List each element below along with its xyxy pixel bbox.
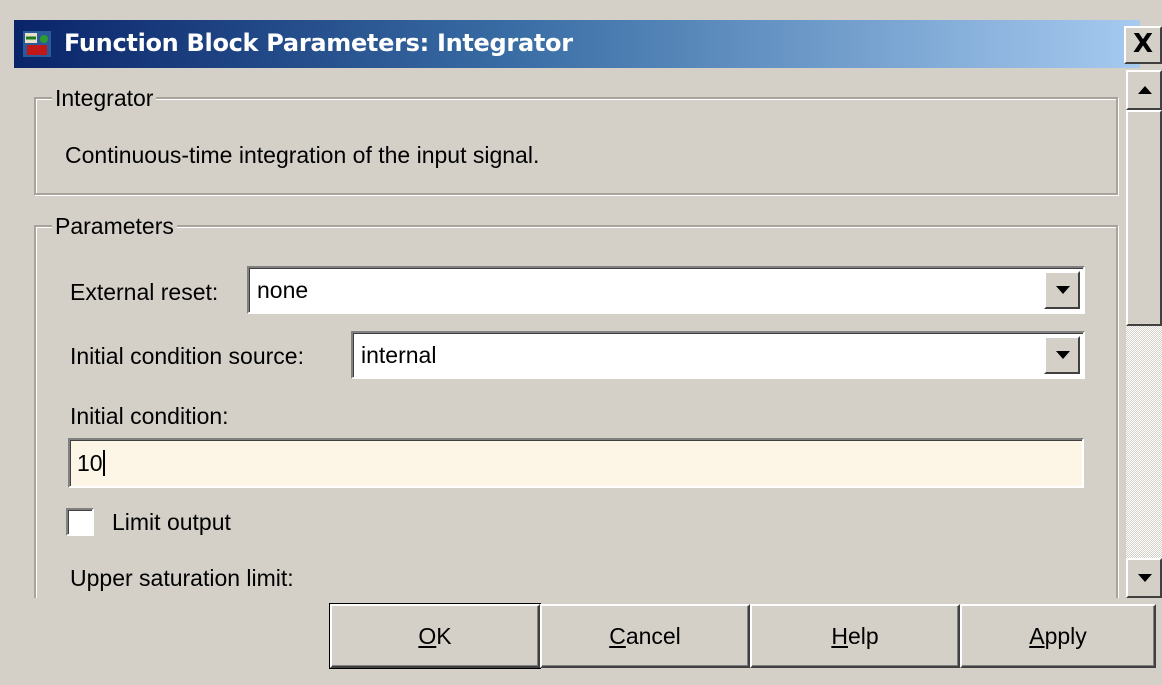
close-icon: X [1132, 29, 1154, 59]
limit-output-label[interactable]: Limit output [112, 508, 231, 536]
external-reset-value: none [257, 277, 309, 303]
ok-button[interactable]: OK [329, 603, 541, 669]
initial-condition-field[interactable]: 10 [68, 438, 1084, 488]
simulink-block-icon [23, 31, 51, 57]
apply-mnemonic: A [1029, 623, 1045, 649]
external-reset-dropdown[interactable]: none [247, 266, 1085, 314]
text-caret [102, 450, 105, 476]
initial-condition-source-label: Initial condition source: [70, 343, 304, 369]
scroll-down-icon[interactable] [1126, 558, 1162, 598]
title-bar[interactable]: Function Block Parameters: Integrator [14, 20, 1140, 68]
vertical-scrollbar[interactable] [1126, 70, 1162, 598]
description-group-title: Integrator [52, 85, 157, 111]
cancel-label-rest: ancel [625, 623, 681, 649]
upper-saturation-limit-label: Upper saturation limit: [70, 565, 294, 591]
external-reset-label: External reset: [70, 279, 219, 305]
cancel-mnemonic: C [609, 623, 626, 649]
chevron-down-icon[interactable] [1044, 271, 1080, 309]
parameters-scroll-area: Integrator Continuous-time integration o… [14, 70, 1126, 598]
window-title: Function Block Parameters: Integrator [64, 29, 573, 57]
initial-condition-value: 10 [77, 450, 103, 476]
close-button[interactable]: X [1124, 26, 1162, 64]
scroll-up-icon[interactable] [1126, 70, 1162, 110]
apply-button[interactable]: Apply [960, 604, 1156, 668]
dialog-window: Function Block Parameters: Integrator X … [0, 0, 1162, 685]
limit-output-checkbox[interactable] [66, 508, 94, 536]
initial-condition-source-value: internal [361, 342, 437, 368]
chevron-down-icon[interactable] [1044, 336, 1080, 374]
block-description: Continuous-time integration of the input… [65, 142, 540, 168]
help-button[interactable]: Help [750, 604, 960, 668]
initial-condition-source-dropdown[interactable]: internal [351, 331, 1085, 379]
cancel-button[interactable]: Cancel [540, 604, 750, 668]
help-mnemonic: H [831, 623, 848, 649]
help-label-rest: elp [847, 623, 879, 649]
initial-condition-label: Initial condition: [70, 403, 229, 429]
parameters-group-title: Parameters [52, 213, 177, 239]
ok-mnemonic: O [418, 623, 437, 649]
ok-label-rest: K [436, 623, 452, 649]
scrollbar-thumb[interactable] [1126, 110, 1162, 326]
apply-label-rest: pply [1044, 623, 1087, 649]
